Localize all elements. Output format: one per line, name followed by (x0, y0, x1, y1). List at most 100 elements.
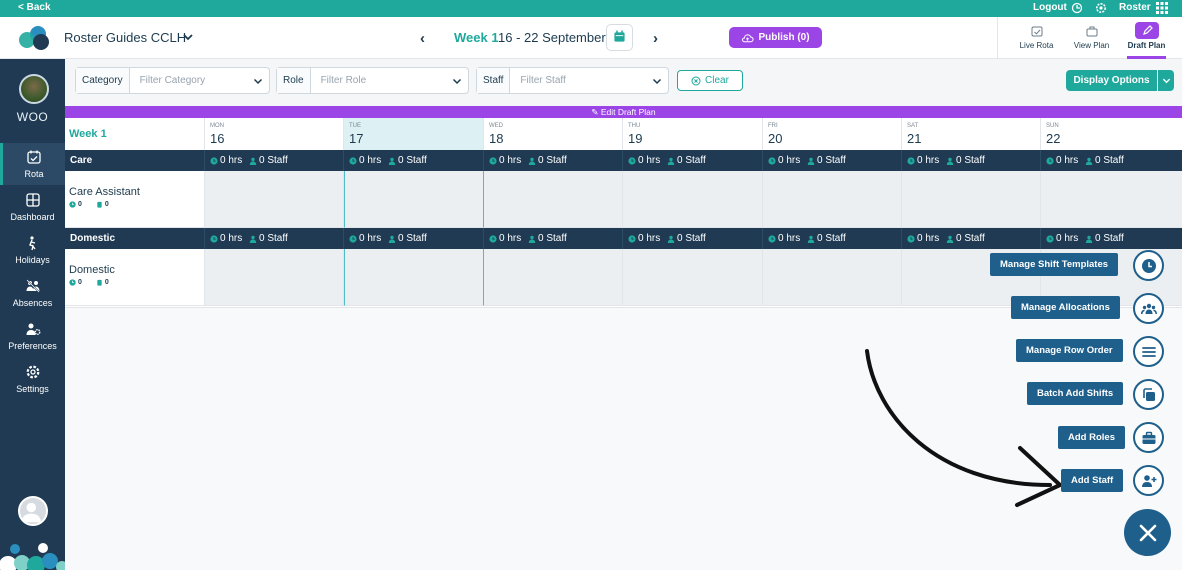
close-fab-button[interactable] (1124, 509, 1171, 556)
edit-draft-plan-bar[interactable]: ✎ Edit Draft Plan (65, 106, 1182, 118)
shift-cell[interactable] (902, 171, 1041, 228)
clock-icon (907, 156, 915, 165)
manage-shift-templates-item[interactable]: Manage Shift Templates (990, 253, 1119, 276)
sidebar-item-holidays[interactable]: Holidays (0, 229, 65, 271)
group-day-summary: 0 hrs 0 Staff (484, 150, 623, 171)
shift-cell[interactable] (484, 249, 623, 306)
gear-icon[interactable] (1095, 2, 1107, 14)
person-icon (249, 235, 257, 243)
role-label-cell: Care Assistant 0 0 (65, 171, 205, 228)
tab-live-rota[interactable]: Live Rota (1009, 17, 1064, 59)
clear-icon (691, 76, 701, 85)
sidebar-item-preferences[interactable]: Preferences (0, 315, 65, 357)
manage-row-order-item[interactable]: Manage Row Order (1016, 339, 1123, 362)
manage-allocations-item[interactable]: Manage Allocations (1011, 296, 1120, 319)
close-icon (1139, 524, 1156, 541)
shift-cell[interactable] (623, 171, 763, 228)
back-link[interactable]: < Back (18, 2, 51, 13)
view-tabs: Live Rota View Plan Draft Plan (997, 17, 1182, 59)
hours-value: 0 hrs (638, 233, 661, 244)
hours-value: 0 hrs (359, 233, 382, 244)
day-header[interactable]: FRI 20 (763, 118, 902, 150)
add-roles-button[interactable]: Add Roles (1058, 426, 1125, 449)
header: Roster Guides CCLH ‹ Week 1 16 - 22 Sept… (0, 17, 1182, 59)
manage-allocations-button[interactable]: Manage Allocations (1011, 296, 1120, 319)
shift-cell[interactable] (344, 171, 484, 228)
hours-value: 0 hrs (220, 233, 243, 244)
display-options-chevron[interactable] (1158, 70, 1174, 91)
clock-icon (768, 234, 776, 243)
sidebar-item-absences[interactable]: Absences (0, 272, 65, 314)
add-staff-button[interactable]: Add Staff (1061, 469, 1124, 492)
shift-cell[interactable] (623, 249, 763, 306)
clock-icon (69, 201, 76, 208)
shift-cell[interactable] (484, 171, 623, 228)
shift-cell[interactable] (205, 171, 344, 228)
clock-icon[interactable] (1133, 250, 1164, 281)
hours-count: 0 (78, 201, 82, 208)
user-avatar[interactable] (18, 496, 48, 526)
role-label-cell: Domestic 0 0 (65, 249, 205, 306)
add-staff-item[interactable]: Add Staff (1061, 469, 1124, 492)
calendar-button[interactable] (606, 24, 633, 51)
logout-link[interactable]: Logout (1033, 2, 1067, 13)
tab-label: Draft Plan (1127, 41, 1166, 50)
sidebar-item-rota[interactable]: Rota (0, 143, 65, 185)
sidebar-item-settings[interactable]: Settings (0, 358, 65, 400)
day-number: 19 (628, 131, 643, 146)
role-label: Role (277, 68, 311, 93)
tab-view-plan[interactable]: View Plan (1064, 17, 1119, 59)
clock-icon (349, 156, 357, 165)
batch-add-shifts-item[interactable]: Batch Add Shifts (1027, 382, 1124, 405)
staff-value: 0 Staff (398, 233, 427, 244)
sidebar-item-dashboard[interactable]: Dashboard (0, 186, 65, 228)
people-icon[interactable] (1133, 293, 1164, 324)
shift-cell[interactable] (1041, 171, 1182, 228)
category-filter[interactable]: Category Filter Category (75, 67, 270, 94)
person-icon (1085, 235, 1093, 243)
person-icon (1085, 157, 1093, 165)
next-week-button[interactable]: › (653, 30, 658, 47)
clear-button[interactable]: Clear (677, 70, 743, 91)
staff-count: 0 (104, 201, 109, 208)
logout-icon[interactable] (1071, 2, 1083, 14)
copy-icon[interactable] (1133, 379, 1164, 410)
publish-button[interactable]: Publish (0) (729, 27, 822, 48)
grid-icon[interactable] (1156, 2, 1168, 14)
week-range: 16 - 22 September (498, 30, 606, 45)
org-name[interactable]: Roster Guides CCLH (64, 30, 186, 45)
day-header[interactable]: WED 18 (484, 118, 623, 150)
day-header[interactable]: SAT 21 (902, 118, 1041, 150)
category-placeholder: Filter Category (139, 75, 206, 86)
staff-filter[interactable]: Staff Filter Staff (476, 67, 669, 94)
day-header[interactable]: THU 19 (623, 118, 763, 150)
list-icon[interactable] (1133, 336, 1164, 367)
shift-cell[interactable] (763, 249, 902, 306)
tab-draft-plan[interactable]: Draft Plan (1119, 17, 1174, 59)
staff-value: 0 Staff (956, 233, 985, 244)
batch-add-shifts-button[interactable]: Batch Add Shifts (1027, 382, 1124, 405)
briefcase-icon[interactable] (1133, 422, 1164, 453)
org-avatar[interactable] (19, 74, 49, 104)
shift-cell[interactable] (205, 249, 344, 306)
hours-value: 0 hrs (638, 155, 661, 166)
hours-value: 0 hrs (917, 233, 940, 244)
role-row-care-assistant: Care Assistant 0 0 (65, 171, 1182, 228)
day-header[interactable]: SUN 22 (1041, 118, 1182, 150)
prev-week-button[interactable]: ‹ (420, 30, 425, 47)
shift-cell[interactable] (763, 171, 902, 228)
clock-icon (628, 156, 636, 165)
add-roles-item[interactable]: Add Roles (1058, 426, 1125, 449)
shift-cell[interactable] (344, 249, 484, 306)
add-user-icon[interactable] (1133, 465, 1164, 496)
chevron-down-icon[interactable] (182, 31, 194, 43)
chevron-down-icon (446, 68, 468, 93)
sidebar-item-label: Rota (24, 169, 44, 179)
manage-row-order-button[interactable]: Manage Row Order (1016, 339, 1123, 362)
role-filter[interactable]: Role Filter Role (276, 67, 469, 94)
day-header-today[interactable]: TUE 17 (344, 118, 484, 150)
day-header[interactable]: MON 16 (205, 118, 344, 150)
display-options-button[interactable]: Display Options (1066, 70, 1157, 91)
manage-shift-templates-button[interactable]: Manage Shift Templates (990, 253, 1119, 276)
roster-link[interactable]: Roster (1119, 2, 1151, 13)
